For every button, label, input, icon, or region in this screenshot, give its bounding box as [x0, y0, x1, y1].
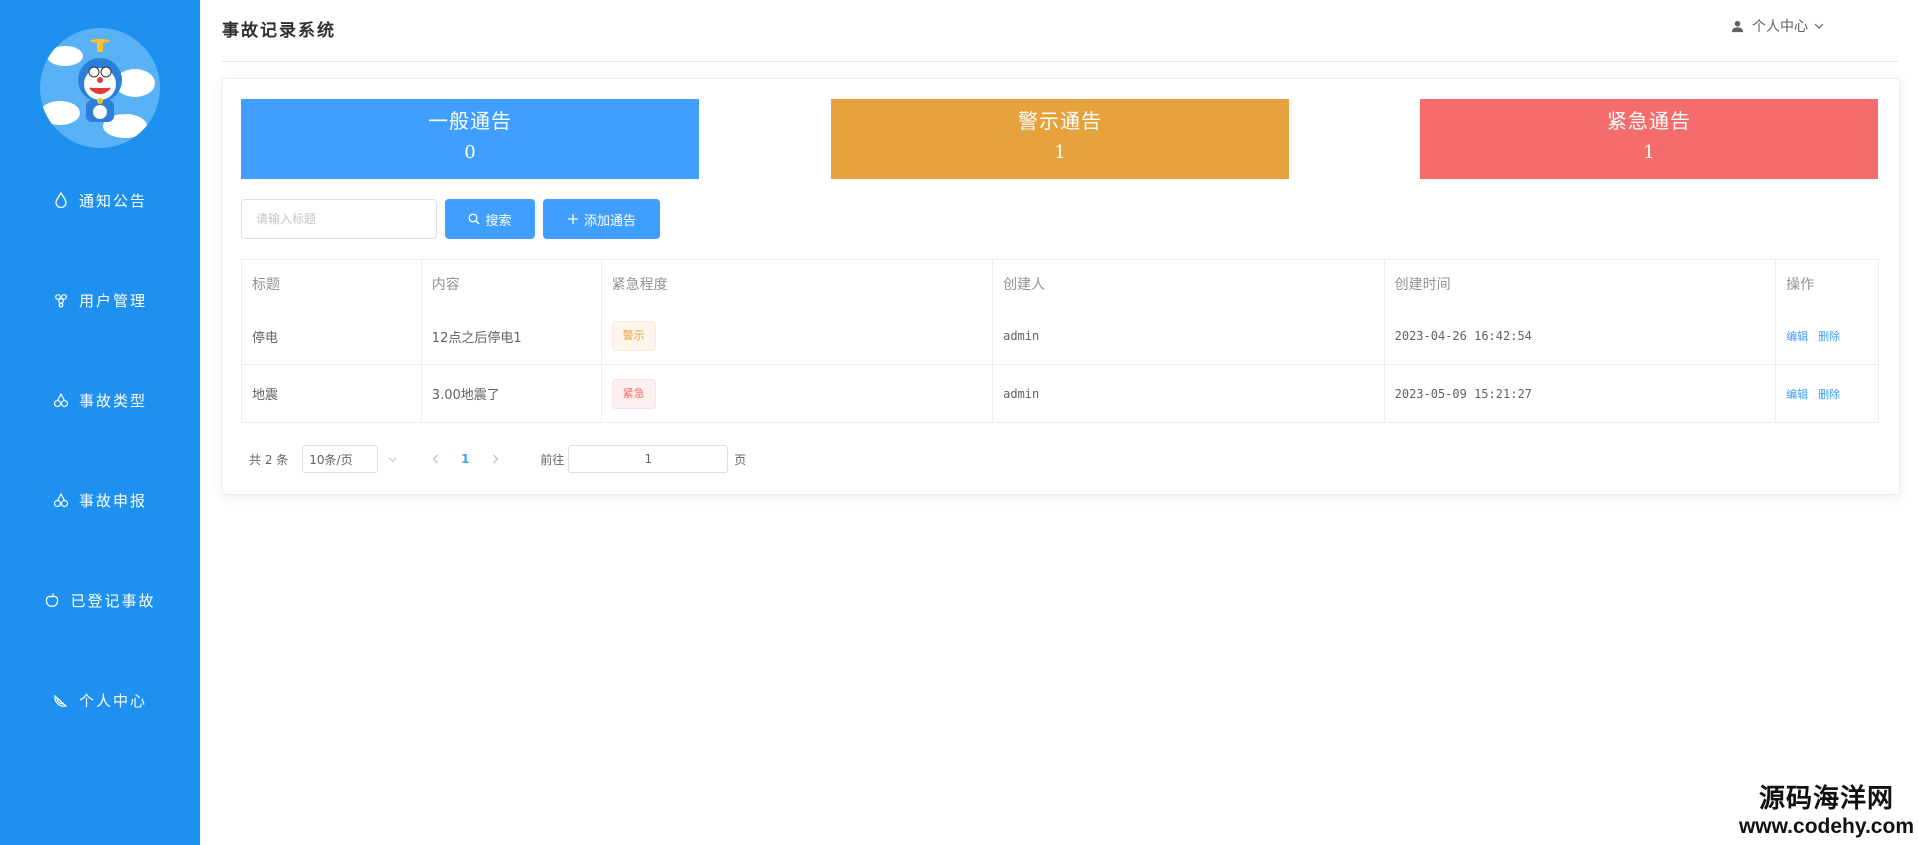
sidebar-item-users[interactable]: 用户管理 — [0, 280, 200, 320]
drop-icon — [53, 192, 69, 208]
sidebar-item-notices[interactable]: 通知公告 — [0, 180, 200, 220]
user-icon — [1731, 20, 1744, 33]
cell-content: 3.00地震了 — [422, 365, 602, 422]
plus-icon — [567, 213, 579, 225]
sidebar-item-label: 用户管理 — [78, 291, 147, 310]
stat-urgent-count: 1 — [1643, 142, 1655, 163]
site-watermark: 源码海洋网 www.codehy.com — [1739, 778, 1914, 839]
chevron-down-icon — [1814, 21, 1824, 31]
page-unit-label: 页 — [734, 452, 747, 467]
goto-label: 前往 — [540, 452, 565, 467]
cell-created: 2023-05-09 15:21:27 — [1385, 365, 1777, 422]
cell-creator: admin — [993, 365, 1385, 422]
top-header: 事故记录系统 个人中心 — [222, 0, 1898, 62]
sidebar-item-label: 个人中心 — [78, 691, 147, 710]
user-menu[interactable]: 个人中心 — [1731, 16, 1824, 36]
table-header-row: 标题 内容 紧急程度 创建人 创建时间 操作 — [242, 260, 1878, 308]
add-notice-button-label: 添加通告 — [583, 213, 636, 229]
table-header: 标题 内容 紧急程度 创建人 创建时间 操作 — [242, 260, 1878, 308]
chevron-down-icon — [388, 445, 402, 473]
level-tag-danger: 紧急 — [611, 378, 656, 409]
column-header-level: 紧急程度 — [602, 260, 994, 308]
page-size-value: 10条/页 — [309, 452, 353, 467]
search-button[interactable]: 搜索 — [445, 199, 535, 239]
column-header-title: 标题 — [242, 260, 422, 308]
search-button-label: 搜索 — [485, 213, 512, 229]
table-row: 停电 12点之后停电1 警示 admin 2023-04-26 16:42:54… — [242, 308, 1878, 365]
stat-card-warning: 警示通告 1 — [831, 99, 1289, 179]
watermelon-icon — [53, 692, 69, 708]
cell-created: 2023-04-26 16:42:54 — [1385, 308, 1777, 364]
sidebar-item-registered-accidents[interactable]: 已登记事故 — [0, 580, 200, 620]
cell-creator: admin — [993, 308, 1385, 364]
page-size-select[interactable]: 10条/页 — [302, 445, 379, 473]
page-number-current[interactable]: 1 — [450, 445, 480, 473]
grapes-icon — [53, 292, 69, 308]
stat-general-label: 一般通告 — [428, 109, 512, 133]
pagination: 共 2 条 10条/页 1 前往 页 — [249, 445, 746, 473]
stat-card-general: 一般通告 0 — [241, 99, 699, 179]
user-menu-label: 个人中心 — [1752, 19, 1808, 35]
sidebar: 通知公告 用户管理 事故类型 事故申报 已登记事故 个人中心 — [0, 0, 200, 845]
chevron-left-icon — [432, 454, 438, 464]
level-tag-warning: 警示 — [611, 321, 656, 351]
cell-title: 停电 — [242, 308, 422, 364]
sidebar-item-accident-types[interactable]: 事故类型 — [0, 380, 200, 420]
sidebar-item-label: 通知公告 — [78, 191, 147, 210]
next-page-button[interactable] — [480, 445, 510, 473]
app-root: 通知公告 用户管理 事故类型 事故申报 已登记事故 个人中心 事故记录系统 个人… — [0, 0, 1918, 845]
stat-card-urgent: 紧急通告 1 — [1420, 99, 1878, 179]
chevron-right-icon — [492, 454, 499, 464]
pagination-total: 共 2 条 — [249, 452, 289, 467]
sidebar-item-accident-report[interactable]: 事故申报 — [0, 480, 200, 520]
table-body: 停电 12点之后停电1 警示 admin 2023-04-26 16:42:54… — [242, 308, 1878, 422]
table-row: 地震 3.00地震了 紧急 admin 2023-05-09 15:21:27 … — [242, 365, 1878, 422]
stat-warning-label: 警示通告 — [1018, 109, 1102, 133]
apple-icon — [44, 592, 60, 608]
cell-actions: 编辑 删除 — [1776, 308, 1878, 364]
sidebar-item-label: 事故申报 — [78, 491, 147, 510]
column-header-creator: 创建人 — [993, 260, 1385, 308]
cell-actions: 编辑 删除 — [1776, 365, 1878, 422]
edit-link[interactable]: 编辑 — [1786, 386, 1808, 402]
search-input[interactable] — [241, 199, 437, 239]
cherry-icon — [53, 492, 69, 508]
edit-link[interactable]: 编辑 — [1786, 328, 1808, 344]
avatar — [40, 28, 160, 148]
stat-general-count: 0 — [464, 142, 476, 163]
add-notice-button[interactable]: 添加通告 — [543, 199, 660, 239]
delete-link[interactable]: 删除 — [1818, 328, 1840, 344]
stat-urgent-label: 紧急通告 — [1607, 109, 1691, 133]
notice-table: 标题 内容 紧急程度 创建人 创建时间 操作 停电 12点之后停电1 警示 ad… — [241, 259, 1879, 423]
column-header-content: 内容 — [422, 260, 602, 308]
main-card: 一般通告 0 警示通告 1 紧急通告 1 搜索 添加通告 — [222, 78, 1900, 495]
cell-title: 地震 — [242, 365, 422, 422]
sidebar-item-label: 事故类型 — [78, 391, 147, 410]
prev-page-button[interactable] — [420, 445, 450, 473]
delete-link[interactable]: 删除 — [1818, 386, 1840, 402]
cell-level: 紧急 — [602, 365, 994, 422]
page-title: 事故记录系统 — [222, 21, 336, 41]
column-header-actions: 操作 — [1786, 277, 1815, 293]
search-icon — [468, 213, 480, 225]
sidebar-item-profile[interactable]: 个人中心 — [0, 680, 200, 720]
sidebar-item-label: 已登记事故 — [70, 591, 156, 610]
cell-content: 12点之后停电1 — [422, 308, 602, 364]
goto-page-input[interactable] — [568, 445, 729, 473]
column-header-created: 创建时间 — [1385, 260, 1777, 308]
cherry-icon — [53, 392, 69, 408]
watermark-url: www.codehy.com — [1738, 815, 1914, 838]
cell-level: 警示 — [602, 308, 994, 364]
stat-warning-count: 1 — [1054, 142, 1066, 163]
watermark-name: 源码海洋网 — [1758, 784, 1894, 814]
